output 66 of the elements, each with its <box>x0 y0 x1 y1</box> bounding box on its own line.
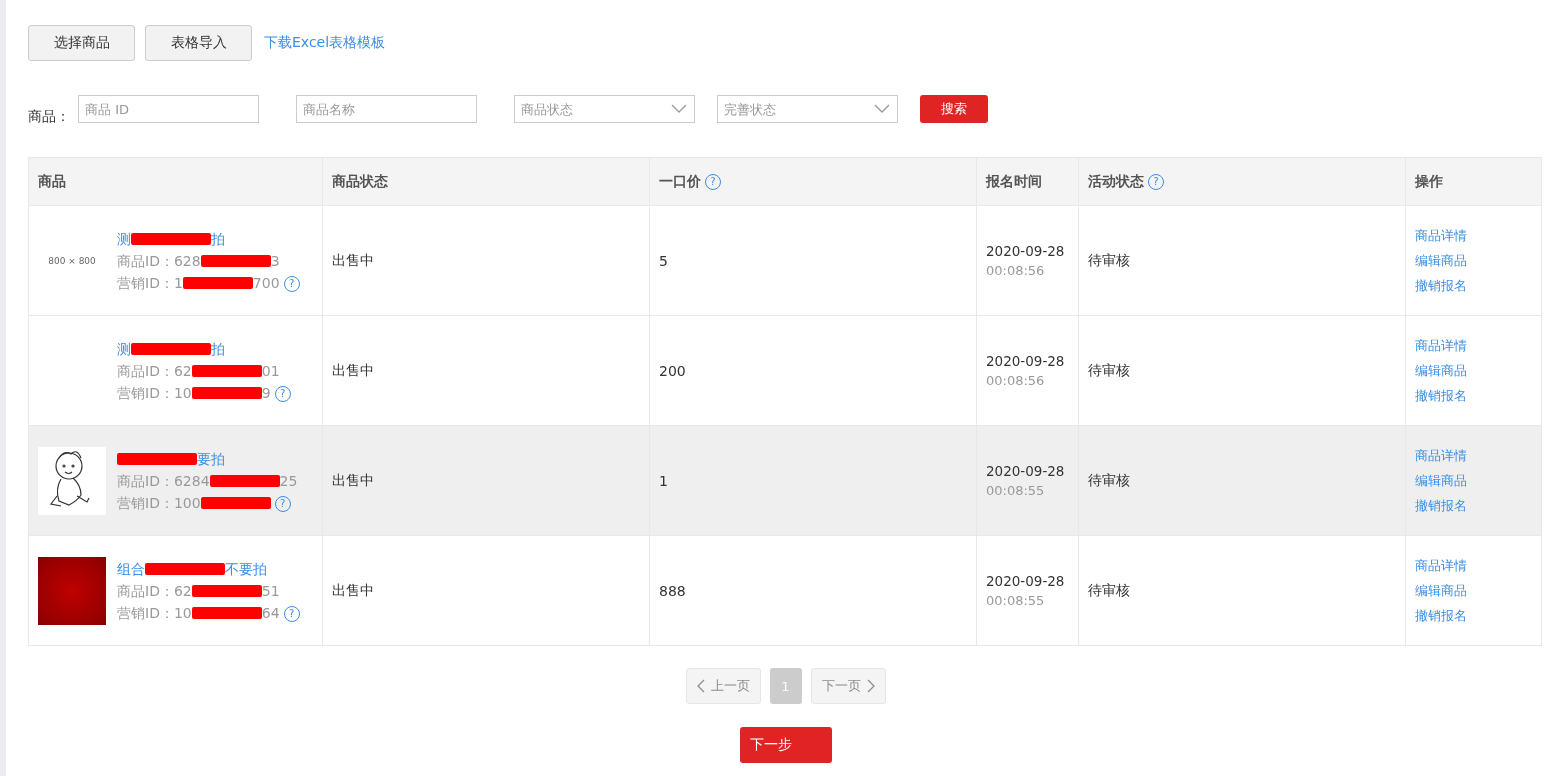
price-text: 1 <box>659 472 668 489</box>
activity-status-text: 待审核 <box>1088 361 1130 378</box>
action-link[interactable]: 商品详情 <box>1415 336 1532 355</box>
action-link[interactable]: 商品详情 <box>1415 446 1532 465</box>
product-status-text: 出售中 <box>332 581 374 598</box>
product-name-link[interactable]: 组合 不要拍 <box>117 558 307 579</box>
price-text: 888 <box>659 582 686 599</box>
activity-status-text: 待审核 <box>1088 251 1130 268</box>
action-link[interactable]: 编辑商品 <box>1415 361 1532 380</box>
product-status-text: 出售中 <box>332 471 374 488</box>
filter-label: 商品： <box>28 108 70 124</box>
activity-status-text: 待审核 <box>1088 471 1130 488</box>
chevron-down-icon <box>671 104 687 113</box>
action-link[interactable]: 编辑商品 <box>1415 251 1532 270</box>
price-text: 200 <box>659 362 686 379</box>
action-link[interactable]: 撤销报名 <box>1415 496 1532 515</box>
column-header: 一口价 <box>659 172 701 189</box>
action-link[interactable]: 商品详情 <box>1415 226 1532 245</box>
action-link[interactable]: 编辑商品 <box>1415 581 1532 600</box>
product-id-text: 商品ID：6284 25 <box>117 471 299 491</box>
activity-status-text: 待审核 <box>1088 581 1130 598</box>
toolbar-button[interactable]: 表格导入 <box>145 25 252 61</box>
product-status-text: 出售中 <box>332 361 374 378</box>
signup-date-text: 2020-09-28 <box>986 243 1065 259</box>
action-link[interactable]: 撤销报名 <box>1415 276 1532 295</box>
next-step-button[interactable]: 下一步 <box>739 727 832 763</box>
product-status-text: 出售中 <box>332 251 374 268</box>
product-name-link[interactable]: 测 拍 <box>117 338 307 359</box>
toolbar-button[interactable]: 选择商品 <box>28 25 135 61</box>
product-name-link[interactable]: 测 拍 <box>117 228 307 249</box>
chevron-left-icon <box>696 679 705 693</box>
action-link[interactable]: 编辑商品 <box>1415 471 1532 490</box>
signup-time-text: 00:08:56 <box>986 263 1046 278</box>
signup-time-text: 00:08:55 <box>986 593 1046 608</box>
product-name-link[interactable]: 要拍 <box>117 448 307 469</box>
column-header: 活动状态 <box>1088 172 1144 189</box>
signup-time-text: 00:08:55 <box>986 483 1046 498</box>
text-input-field[interactable]: 商品 ID <box>78 95 259 123</box>
signup-date-text: 2020-09-28 <box>986 353 1065 369</box>
action-link[interactable]: 撤销报名 <box>1415 386 1532 405</box>
signup-date-text: 2020-09-28 <box>986 463 1065 479</box>
dropdown-field[interactable]: 商品状态 <box>514 95 695 123</box>
action-link[interactable]: 撤销报名 <box>1415 606 1532 625</box>
photo-placeholder <box>38 556 106 625</box>
signup-time-text: 00:08:56 <box>986 373 1046 388</box>
product-id-text: 商品ID：62 51 <box>117 581 281 601</box>
dropdown-field[interactable]: 完善状态 <box>717 95 898 123</box>
product-id-text: 商品ID：62 01 <box>117 361 281 381</box>
action-link[interactable]: 商品详情 <box>1415 556 1532 575</box>
marketing-id-text: 营销ID：1 700 <box>117 274 280 291</box>
search-button[interactable]: 搜索 <box>920 95 988 123</box>
download-template-link[interactable]: 下载Excel表格模板 <box>264 34 386 52</box>
marketing-id-text: 营销ID：10 64 <box>117 604 280 621</box>
column-header: 报名时间 <box>986 172 1042 189</box>
signup-date-text: 2020-09-28 <box>986 573 1065 589</box>
text-input-field[interactable]: 商品名称 <box>296 95 477 123</box>
price-text: 5 <box>659 252 668 269</box>
image-size-text: 800 × 800 <box>48 255 96 266</box>
column-header: 商品状态 <box>332 172 388 189</box>
column-header: 商品 <box>38 172 66 189</box>
column-header: 操作 <box>1415 172 1443 189</box>
chevron-right-icon <box>866 679 875 693</box>
marketing-id-text: 营销ID：10 9 <box>117 384 271 401</box>
chevron-down-icon <box>874 104 890 113</box>
marketing-id-text: 营销ID：100 <box>117 494 271 511</box>
product-id-text: 商品ID：628 3 <box>117 251 281 271</box>
